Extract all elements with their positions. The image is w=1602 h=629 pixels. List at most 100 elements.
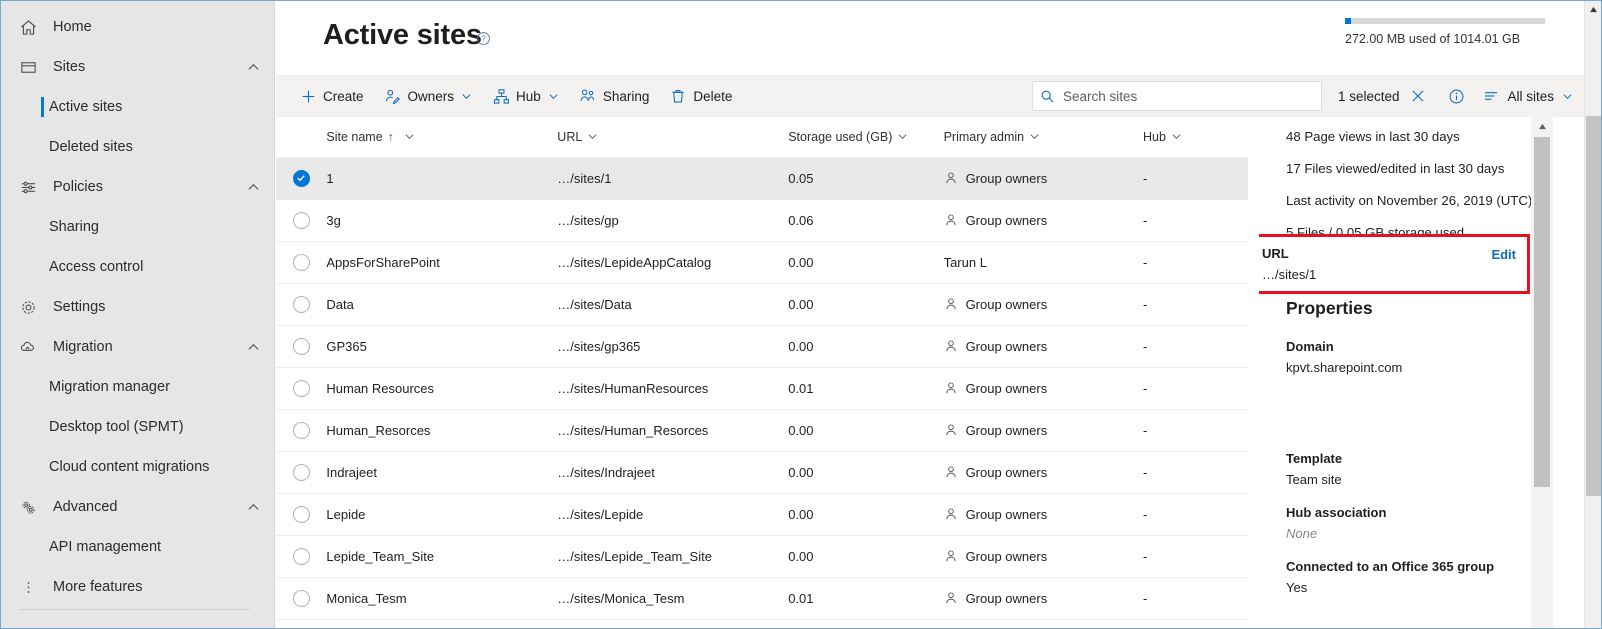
search-input[interactable]	[1062, 83, 1321, 109]
table-row[interactable]: Lepide_Team_Site …/sites/Lepide_Team_Site…	[276, 535, 1248, 578]
admin-name: Group owners	[965, 296, 1048, 312]
select-all-header[interactable]	[276, 117, 327, 158]
chevron-down-icon[interactable]	[1029, 131, 1040, 142]
chevron-down-icon[interactable]	[548, 91, 559, 102]
cell-site-name: GP365	[326, 325, 558, 368]
checkbox-icon[interactable]	[292, 505, 310, 523]
chevron-down-icon[interactable]	[461, 91, 472, 102]
checkbox-icon[interactable]	[292, 589, 310, 607]
sidebar-item-api-management[interactable]: API management	[1, 527, 274, 567]
sidebar-item-advanced[interactable]: Advanced	[1, 487, 274, 527]
edit-url-link[interactable]: Edit	[1491, 247, 1516, 262]
sidebar-item-sharing[interactable]: Sharing	[1, 207, 274, 247]
owners-button[interactable]: Owners	[375, 77, 482, 115]
checkbox-icon[interactable]	[292, 379, 310, 397]
chevron-down-icon[interactable]	[1562, 91, 1573, 102]
sidebar-item-more-features[interactable]: More features	[1, 567, 274, 607]
table-row[interactable]: Human_Resorces …/sites/Human_Resorces 0.00…	[276, 409, 1248, 452]
table-row[interactable]: Data …/sites/Data 0.00 Group owners -	[276, 283, 1248, 326]
table-row[interactable]: Monica_Tesm …/sites/Monica_Tesm 0.01 Group …	[276, 577, 1248, 620]
sidebar-item-active-sites[interactable]: Active sites	[1, 87, 274, 127]
column-header-site-name[interactable]: Site name ↑	[326, 117, 558, 158]
table-row[interactable]: 3g …/sites/gp 0.06 Group owners -	[276, 199, 1248, 242]
sidebar-item-home[interactable]: Home	[1, 7, 274, 47]
row-checkbox-cell[interactable]	[276, 325, 327, 368]
checkbox-icon[interactable]	[292, 253, 310, 271]
checkbox-icon[interactable]	[292, 295, 310, 313]
page-scrollbar-thumb[interactable]	[1586, 116, 1601, 496]
cell-primary-admin: Group owners	[943, 409, 1143, 452]
person-icon	[944, 213, 958, 227]
sites-table-region: Site name ↑ URL Storage used (GB) Primar…	[276, 117, 1248, 628]
sidebar-item-desktop-tool[interactable]: Desktop tool (SPMT)	[1, 407, 274, 447]
cell-url: …/sites/1	[557, 157, 789, 200]
checkbox-checked-icon[interactable]	[292, 169, 310, 187]
help-circle-icon[interactable]: ?	[476, 31, 491, 46]
sidebar-item-migration-manager[interactable]: Migration manager	[1, 367, 274, 407]
property-value: kpvt.sharepoint.com	[1286, 360, 1403, 375]
chevron-down-icon[interactable]	[587, 131, 598, 142]
checkbox-icon[interactable]	[292, 337, 310, 355]
site-filter-dropdown[interactable]: All sites	[1475, 79, 1577, 113]
details-info-button[interactable]	[1437, 79, 1475, 113]
row-checkbox-cell[interactable]	[276, 535, 327, 578]
sharing-button[interactable]: Sharing	[570, 77, 659, 115]
table-vertical-scrollbar[interactable]	[1531, 117, 1553, 628]
checkbox-icon[interactable]	[292, 211, 310, 229]
row-checkbox-cell[interactable]	[276, 157, 327, 200]
row-checkbox-cell[interactable]	[276, 451, 327, 494]
chevron-up-icon[interactable]	[240, 181, 266, 194]
cell-storage-used: 0.01	[788, 577, 944, 620]
row-checkbox-cell[interactable]	[276, 493, 327, 536]
create-button-label: Create	[323, 88, 364, 104]
row-checkbox-cell[interactable]	[276, 577, 327, 620]
row-checkbox-cell[interactable]	[276, 199, 327, 242]
column-header-hub[interactable]: Hub	[1143, 117, 1248, 158]
sidebar-item-access-control[interactable]: Access control	[1, 247, 274, 287]
row-checkbox-cell[interactable]	[276, 283, 327, 326]
create-button[interactable]: Create	[290, 77, 373, 115]
checkbox-icon[interactable]	[292, 547, 310, 565]
hub-button[interactable]: Hub	[483, 77, 568, 115]
row-checkbox-cell[interactable]	[276, 409, 327, 452]
sidebar-item-settings[interactable]: Settings	[1, 287, 274, 327]
row-checkbox-cell[interactable]	[276, 367, 327, 410]
table-row[interactable]: Human Resources …/sites/HumanResources 0.0…	[276, 367, 1248, 410]
sidebar-item-cloud-content-migrations[interactable]: Cloud content migrations	[1, 447, 274, 487]
sidebar-item-policies[interactable]: Policies	[1, 167, 274, 207]
chevron-down-icon[interactable]	[897, 131, 908, 142]
checkbox-icon[interactable]	[292, 463, 310, 481]
scrollbar-thumb[interactable]	[1534, 137, 1550, 487]
search-sites-container[interactable]	[1031, 81, 1322, 111]
scroll-up-arrow-icon[interactable]	[1531, 117, 1553, 135]
table-row[interactable]: 1 …/sites/1 0.05 Group owners -	[276, 157, 1248, 200]
cell-hub: -	[1143, 577, 1248, 620]
chevron-up-icon[interactable]	[240, 341, 266, 354]
plus-icon	[299, 87, 317, 105]
sidebar-item-label: Advanced	[53, 499, 118, 515]
cell-hub: -	[1143, 367, 1248, 410]
table-row[interactable]: GP365 …/sites/gp365 0.00 Group owners -	[276, 325, 1248, 368]
column-header-primary-admin[interactable]: Primary admin	[943, 117, 1143, 158]
person-icon	[944, 507, 958, 521]
page-scroll-up-arrow-icon[interactable]	[1585, 1, 1601, 18]
chevron-down-icon[interactable]	[1171, 131, 1182, 142]
table-row[interactable]: Lepide …/sites/Lepide 0.00 Group owners -	[276, 493, 1248, 536]
chevron-down-icon[interactable]	[404, 131, 415, 142]
column-header-url[interactable]: URL	[557, 117, 789, 158]
chevron-up-icon[interactable]	[240, 61, 266, 74]
row-checkbox-cell[interactable]	[276, 241, 327, 284]
column-header-storage-used[interactable]: Storage used (GB)	[788, 117, 944, 158]
clear-selection-button[interactable]	[1399, 79, 1437, 113]
sidebar-item-sites[interactable]: Sites	[1, 47, 274, 87]
sidebar-item-deleted-sites[interactable]: Deleted sites	[1, 127, 274, 167]
delete-button[interactable]: Delete	[660, 77, 741, 115]
table-row[interactable]: Indrajeet …/sites/Indrajeet 0.00 Group owne…	[276, 451, 1248, 494]
checkbox-icon[interactable]	[292, 421, 310, 439]
page-vertical-scrollbar[interactable]	[1584, 1, 1601, 628]
cell-storage-used: 0.00	[788, 283, 944, 326]
table-row[interactable]: AppsForSharePoint …/sites/LepideAppCatalo…	[276, 241, 1248, 284]
selection-count-label: 1 selected	[1337, 88, 1400, 104]
chevron-up-icon[interactable]	[240, 501, 266, 514]
sidebar-item-migration[interactable]: Migration	[1, 327, 274, 367]
